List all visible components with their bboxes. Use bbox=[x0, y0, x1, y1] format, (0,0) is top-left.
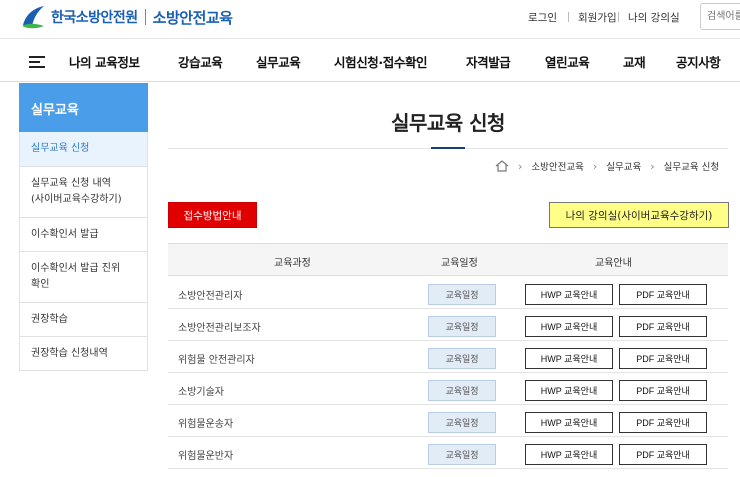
sidebar-item-recommended-history[interactable]: 권장학습 신청내역 bbox=[19, 337, 148, 371]
nav-exam-application[interactable]: 시험신청·접수확인 bbox=[334, 52, 428, 71]
main-nav: 나의 교육정보 강습교육 실무교육 시험신청·접수확인 자격발급 열린교육 교재… bbox=[0, 38, 740, 82]
sidebar-item-recommended-study[interactable]: 권장학습 bbox=[19, 303, 148, 337]
pdf-guide-button[interactable]: PDF 교육안내 bbox=[619, 380, 707, 401]
org-name: 한국소방안전원 bbox=[51, 10, 138, 26]
logo-mark-icon bbox=[22, 6, 44, 29]
course-name: 소방기술자 bbox=[178, 387, 224, 398]
hwp-guide-button[interactable]: HWP 교육안내 bbox=[525, 284, 613, 305]
nav-notice[interactable]: 공지사항 bbox=[676, 52, 721, 71]
table-row: 소방안전관리자 교육일정 HWP 교육안내 PDF 교육안내 bbox=[168, 277, 728, 309]
signup-link[interactable]: 회원가입 bbox=[578, 10, 617, 25]
breadcrumb-item-current[interactable]: 실무교육 신청 bbox=[664, 159, 719, 173]
nav-practical-education[interactable]: 실무교육 bbox=[256, 52, 301, 71]
sidebar: 실무교육 실무교육 신청 실무교육 신청 내역 (사이버교육수강하기) 이수확인… bbox=[19, 83, 148, 371]
my-classroom-button[interactable]: 나의 강의실(사이버교육수강하기) bbox=[549, 202, 729, 228]
top-bar: 한국소방안전원 소방안전교육 로그인 회원가입 나의 강의실 bbox=[0, 0, 740, 38]
util-divider bbox=[568, 12, 569, 22]
pdf-guide-button[interactable]: PDF 교육안내 bbox=[619, 412, 707, 433]
course-name: 위험물운송자 bbox=[178, 419, 234, 430]
menu-icon[interactable] bbox=[29, 56, 45, 68]
sidebar-item-certificate-issue[interactable]: 이수확인서 발급 bbox=[19, 218, 148, 252]
login-link[interactable]: 로그인 bbox=[528, 10, 557, 25]
hwp-guide-button[interactable]: HWP 교육안내 bbox=[525, 444, 613, 465]
schedule-button[interactable]: 교육일정 bbox=[428, 380, 496, 401]
schedule-button[interactable]: 교육일정 bbox=[428, 316, 496, 337]
chevron-right-icon: › bbox=[518, 159, 523, 173]
logo-divider bbox=[144, 9, 146, 25]
site-logo[interactable]: 한국소방안전원 소방안전교육 bbox=[20, 4, 233, 30]
nav-my-education[interactable]: 나의 교육정보 bbox=[69, 52, 140, 71]
pdf-guide-button[interactable]: PDF 교육안내 bbox=[619, 284, 707, 305]
column-header-guide: 교육안내 bbox=[595, 258, 632, 269]
schedule-button[interactable]: 교육일정 bbox=[428, 412, 496, 433]
nav-certificate[interactable]: 자격발급 bbox=[466, 52, 511, 71]
breadcrumb-item[interactable]: 소방안전교육 bbox=[531, 159, 583, 173]
hwp-guide-button[interactable]: HWP 교육안내 bbox=[525, 412, 613, 433]
page-title: 실무교육 신청 bbox=[391, 111, 505, 135]
table-header: 교육과정 교육일정 교육안내 bbox=[168, 243, 728, 276]
pdf-guide-button[interactable]: PDF 교육안내 bbox=[619, 316, 707, 337]
util-divider bbox=[618, 12, 619, 22]
table-row: 소방안전관리보조자 교육일정 HWP 교육안내 PDF 교육안내 bbox=[168, 309, 728, 341]
breadcrumb-item[interactable]: 실무교육 bbox=[606, 159, 641, 173]
table-row: 위험물운송자 교육일정 HWP 교육안내 PDF 교육안내 bbox=[168, 405, 728, 437]
course-name: 위험물 안전관리자 bbox=[178, 355, 255, 366]
registration-guide-button[interactable]: 접수방법안내 bbox=[168, 202, 257, 228]
column-header-course: 교육과정 bbox=[274, 258, 311, 269]
course-name: 소방안전관리자 bbox=[178, 291, 243, 302]
site-name: 소방안전교육 bbox=[152, 8, 233, 27]
sidebar-item-apply-history[interactable]: 실무교육 신청 내역 (사이버교육수강하기) bbox=[19, 167, 148, 218]
chevron-right-icon: › bbox=[592, 159, 598, 173]
sidebar-title: 실무교육 bbox=[19, 83, 148, 132]
schedule-button[interactable]: 교육일정 bbox=[428, 348, 496, 369]
table-row: 위험물 안전관리자 교육일정 HWP 교육안내 PDF 교육안내 bbox=[168, 341, 728, 373]
sidebar-item-practical-apply[interactable]: 실무교육 신청 bbox=[19, 132, 148, 167]
sidebar-item-certificate-verify[interactable]: 이수확인서 발급 진위 확인 bbox=[19, 252, 148, 303]
nav-lecture-education[interactable]: 강습교육 bbox=[178, 52, 223, 71]
home-icon[interactable] bbox=[495, 160, 509, 172]
breadcrumb: › 소방안전교육 › 실무교육 › 실무교육 신청 bbox=[495, 159, 719, 173]
chevron-right-icon: › bbox=[650, 159, 655, 173]
pdf-guide-button[interactable]: PDF 교육안내 bbox=[619, 444, 707, 465]
course-name: 위험물운반자 bbox=[178, 451, 234, 462]
pdf-guide-button[interactable]: PDF 교육안내 bbox=[619, 348, 707, 369]
schedule-button[interactable]: 교육일정 bbox=[428, 284, 496, 305]
title-underline bbox=[431, 147, 465, 149]
table-row: 소방기술자 교육일정 HWP 교육안내 PDF 교육안내 bbox=[168, 373, 728, 405]
hwp-guide-button[interactable]: HWP 교육안내 bbox=[525, 348, 613, 369]
search-input[interactable] bbox=[700, 3, 740, 30]
schedule-button[interactable]: 교육일정 bbox=[428, 444, 496, 465]
hwp-guide-button[interactable]: HWP 교육안내 bbox=[525, 316, 613, 337]
table-row: 위험물운반자 교육일정 HWP 교육안내 PDF 교육안내 bbox=[168, 437, 728, 469]
course-name: 소방안전관리보조자 bbox=[178, 323, 261, 334]
column-header-schedule: 교육일정 bbox=[441, 258, 478, 269]
my-classroom-link[interactable]: 나의 강의실 bbox=[628, 10, 680, 25]
hwp-guide-button[interactable]: HWP 교육안내 bbox=[525, 380, 613, 401]
nav-textbook[interactable]: 교재 bbox=[623, 52, 646, 71]
nav-open-education[interactable]: 열린교육 bbox=[545, 52, 590, 71]
